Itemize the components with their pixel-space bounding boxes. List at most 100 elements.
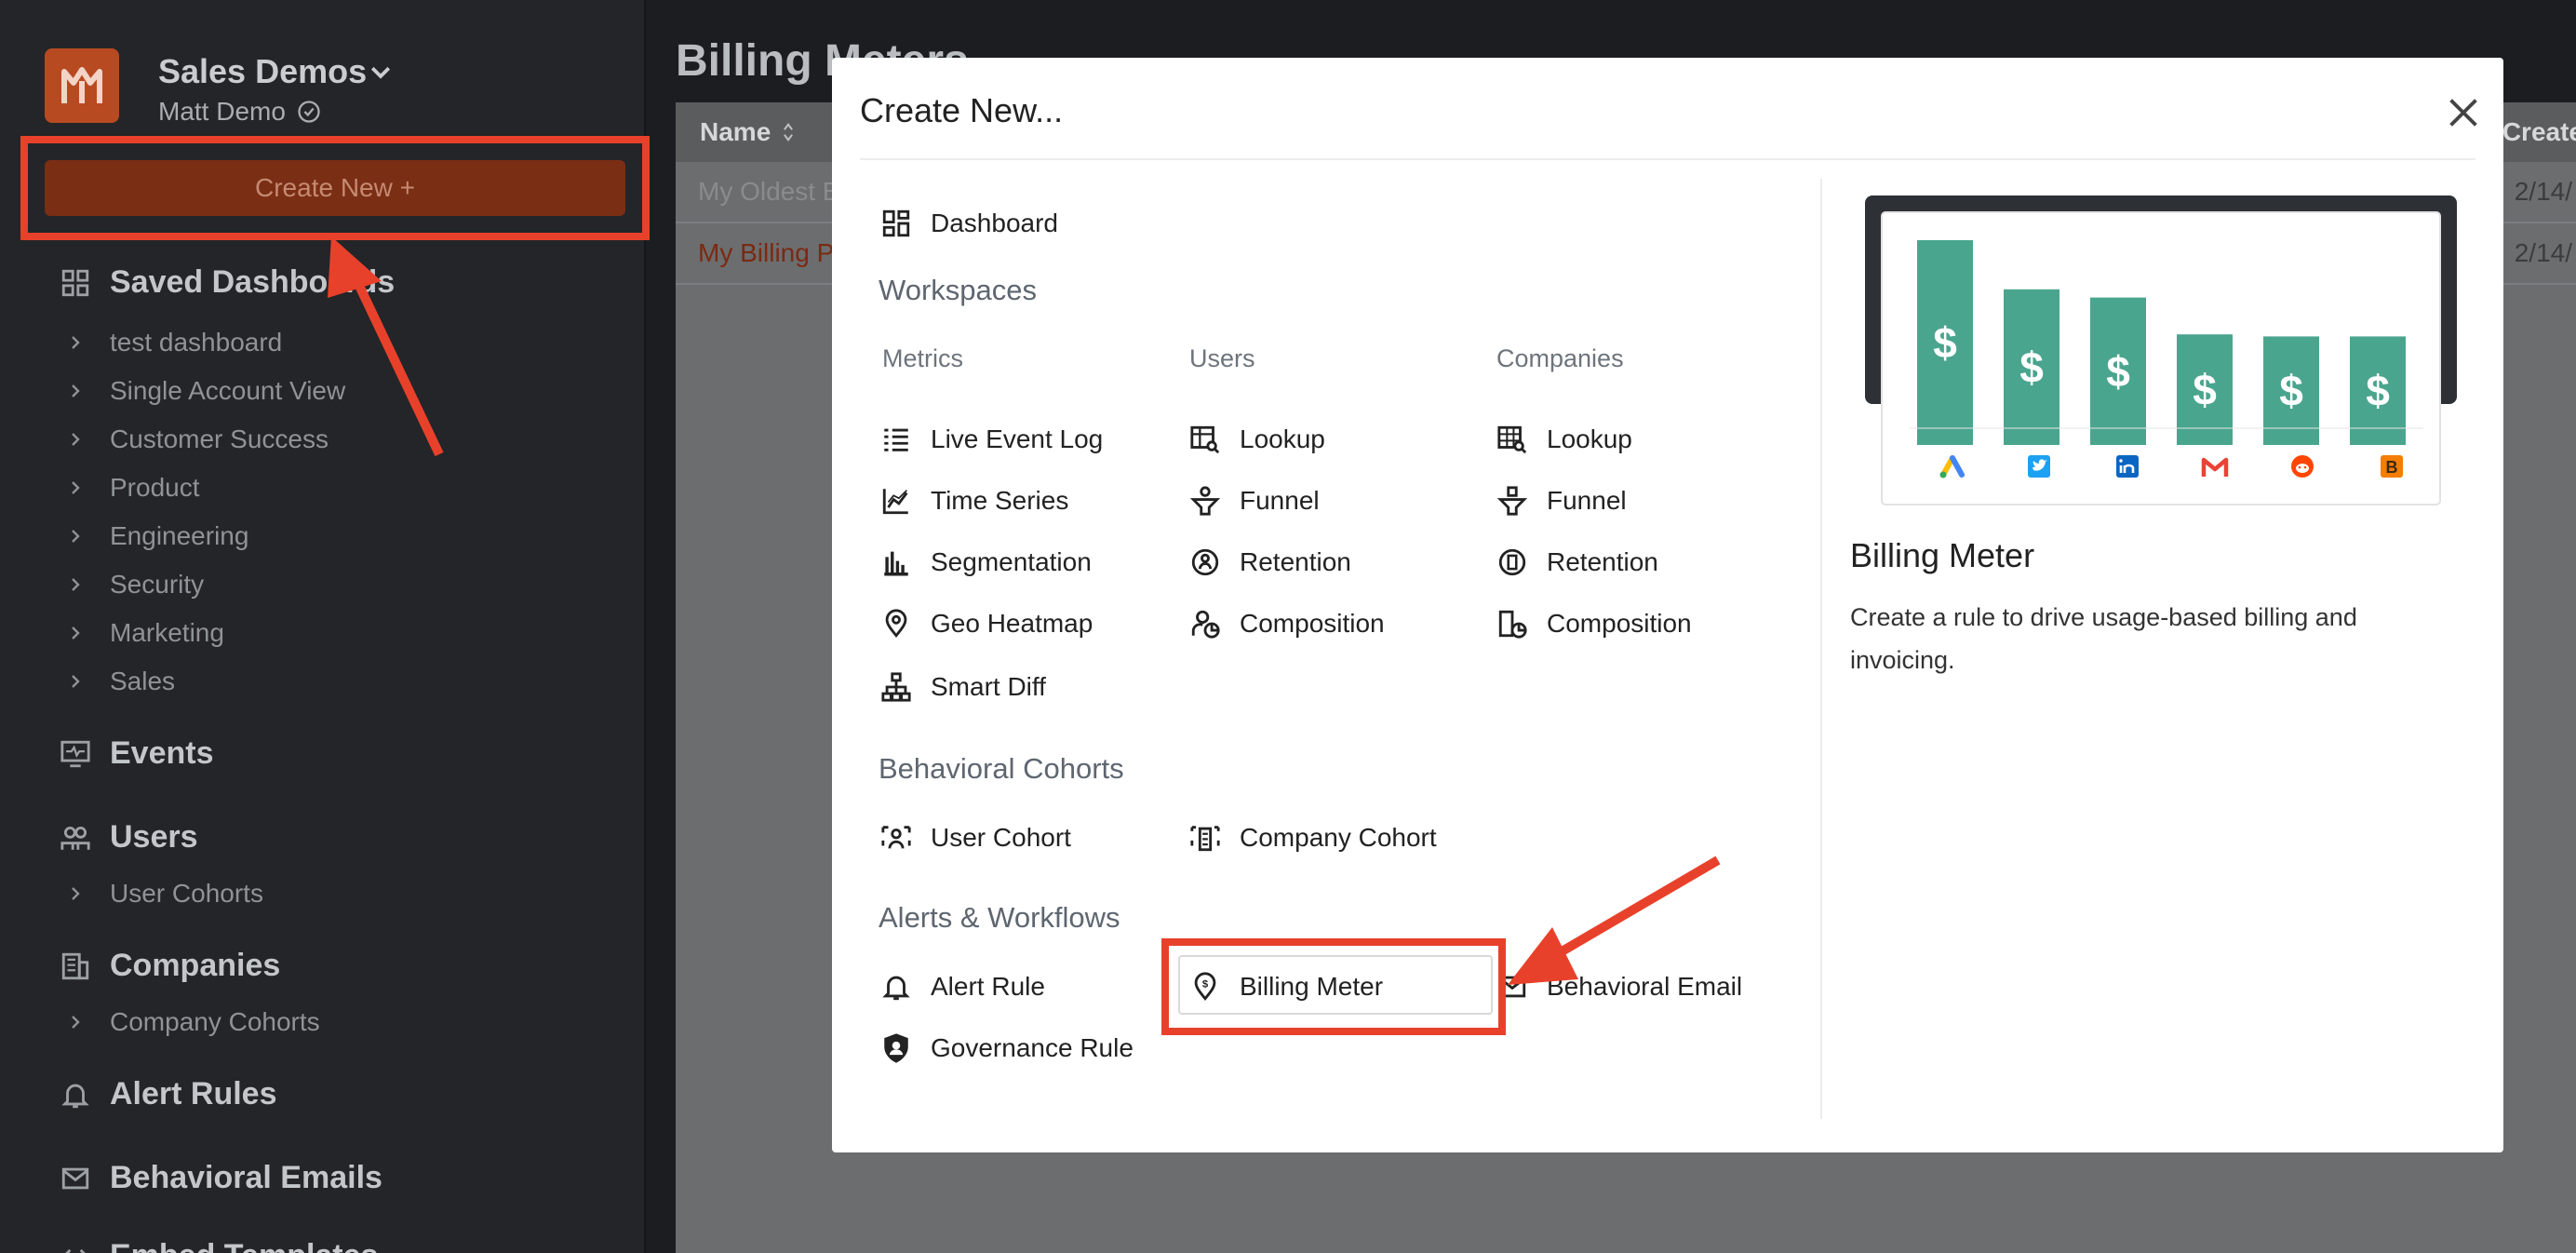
sidebar-item-label: Customer Success (110, 424, 329, 453)
item-label: Company Cohort (1240, 823, 1437, 852)
create-user-funnel[interactable]: Funnel (1189, 478, 1320, 523)
dollar-glyph: $ (1933, 318, 1957, 367)
sidebar-item-dashboard[interactable]: Engineering (67, 521, 248, 551)
modal-vertical-divider (1820, 179, 1822, 1119)
nav-companies[interactable]: Companies (60, 948, 280, 984)
cohorts-heading: Behavioral Cohorts (879, 752, 1124, 785)
sidebar-item-user-cohorts[interactable]: User Cohorts (67, 879, 263, 909)
nav-events[interactable]: Events (60, 735, 214, 772)
item-label: Behavioral Email (1547, 972, 1743, 1001)
chevron-right-icon (72, 336, 80, 349)
modal-title: Create New... (860, 91, 1064, 129)
row-name[interactable]: My Billing P (698, 238, 834, 268)
sidebar-item-dashboard[interactable]: Single Account View (67, 376, 345, 406)
create-behavioral-email[interactable]: Behavioral Email (1496, 964, 1742, 1009)
building-icon (61, 952, 89, 979)
chevron-right-icon (72, 675, 80, 688)
nav-behavioral-emails[interactable]: Behavioral Emails (60, 1160, 382, 1196)
chevron-right-icon (72, 433, 80, 446)
sidebar-item-dashboard[interactable]: test dashboard (67, 328, 282, 357)
create-time-series[interactable]: Time Series (880, 478, 1068, 523)
nav-label: Events (110, 735, 214, 771)
close-icon[interactable] (2442, 91, 2485, 134)
sidebar-item-dashboard[interactable]: Product (67, 473, 200, 503)
nav-embed-templates[interactable]: Embed Templates (60, 1238, 378, 1253)
create-live-event-log[interactable]: Live Event Log (880, 417, 1103, 462)
create-dashboard-item[interactable]: Dashboard (880, 201, 1058, 246)
billing-meter-preview-image: $ $ $ $ $ $ B (1865, 195, 2457, 505)
companies-heading: Companies (1496, 344, 1624, 372)
create-user-cohort[interactable]: User Cohort (880, 815, 1071, 860)
sidebar-item-label: Marketing (110, 618, 224, 647)
sort-icon[interactable] (780, 122, 797, 142)
user-name: Matt Demo (158, 97, 286, 126)
chevron-down-icon[interactable] (367, 58, 395, 86)
users-icon (60, 826, 90, 850)
nav-label: Alert Rules (110, 1076, 277, 1112)
linkedin-icon (2116, 455, 2139, 478)
sidebar-item-dashboard[interactable]: Security (67, 570, 204, 600)
code-icon (64, 1248, 87, 1253)
nav-label: Embed Templates (110, 1238, 378, 1253)
org-logo[interactable] (45, 48, 119, 123)
create-alert-rule[interactable]: Alert Rule (880, 964, 1045, 1009)
map-pin-icon (885, 609, 907, 638)
sidebar-item-label: User Cohorts (110, 879, 263, 908)
column-header-created[interactable]: Create (2502, 117, 2576, 147)
modal-divider (860, 158, 2475, 160)
create-user-retention[interactable]: Retention (1189, 540, 1351, 585)
sidebar-item-label: Company Cohorts (110, 1007, 320, 1036)
create-user-composition[interactable]: Composition (1189, 601, 1385, 646)
billing-meter-highlight (1161, 938, 1506, 1035)
blogger-icon: B (2381, 455, 2403, 478)
list-icon (884, 428, 908, 451)
item-label: Funnel (1240, 486, 1320, 515)
item-label: Smart Diff (931, 672, 1046, 701)
sidebar-item-dashboard[interactable]: Customer Success (67, 424, 329, 454)
column-header-name[interactable]: Name (700, 117, 771, 147)
sidebar-item-label: Security (110, 570, 205, 599)
create-new-modal: Create New... Dashboard Workspaces Metri… (832, 58, 2503, 1152)
nav-alert-rules[interactable]: Alert Rules (60, 1076, 277, 1112)
hierarchy-icon (881, 672, 911, 702)
users-heading: Users (1189, 344, 1255, 372)
row-name[interactable]: My Oldest B (698, 177, 839, 207)
sidebar-item-dashboard[interactable]: Sales (67, 667, 175, 696)
item-label: Lookup (1547, 424, 1632, 453)
preview-description: Create a rule to drive usage-based billi… (1850, 603, 2357, 674)
create-company-retention[interactable]: Retention (1496, 540, 1658, 585)
item-label: Retention (1240, 547, 1351, 576)
row-date: 2/14/ (2514, 238, 2572, 267)
nav-saved-dashboards[interactable]: Saved Dashboards (60, 264, 395, 301)
create-governance-rule[interactable]: Governance Rule (880, 1026, 1134, 1071)
nav-users[interactable]: Users (60, 819, 198, 856)
create-company-funnel[interactable]: Funnel (1496, 478, 1627, 523)
create-geo-heatmap[interactable]: Geo Heatmap (880, 601, 1093, 646)
sidebar-item-label: Engineering (110, 521, 249, 550)
item-label: Time Series (931, 486, 1069, 515)
monitor-pulse-icon (60, 740, 90, 767)
company-funnel-icon (1496, 486, 1528, 516)
create-segmentation[interactable]: Segmentation (880, 540, 1092, 585)
create-company-cohort[interactable]: Company Cohort (1189, 815, 1437, 860)
sidebar-item-label: Sales (110, 667, 176, 695)
sidebar-item-company-cohorts[interactable]: Company Cohorts (67, 1007, 320, 1037)
chevron-right-icon (72, 578, 80, 591)
preview-title: Billing Meter (1850, 536, 2035, 574)
create-smart-diff[interactable]: Smart Diff (880, 665, 1046, 709)
create-user-lookup[interactable]: Lookup (1189, 417, 1325, 462)
create-company-lookup[interactable]: Lookup (1496, 417, 1632, 462)
dollar-glyph: $ (2366, 367, 2390, 415)
create-company-composition[interactable]: Composition (1496, 601, 1692, 646)
org-name[interactable]: Sales Demos (158, 52, 367, 91)
nav-label: Companies (110, 948, 281, 983)
svg-text:B: B (2386, 458, 2398, 477)
item-label: Live Event Log (931, 424, 1104, 453)
chevron-right-icon (72, 887, 80, 900)
company-table-icon (1497, 425, 1527, 454)
user-cohort-icon (881, 826, 911, 849)
sidebar-item-label: test dashboard (110, 328, 283, 357)
sidebar-item-dashboard[interactable]: Marketing (67, 618, 224, 648)
table-search-icon (1190, 425, 1220, 454)
alerts-heading: Alerts & Workflows (879, 901, 1120, 934)
